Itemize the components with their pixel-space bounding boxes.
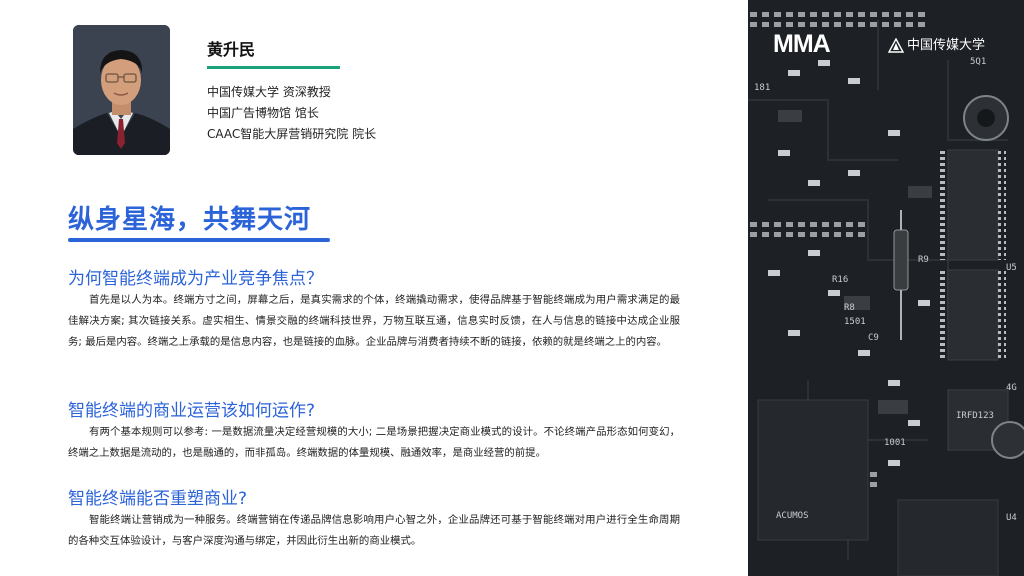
circuit-board-graphic: R8 R16 U5 R9 IRFD123 4G 1001 U4 ACUMOS 1… [748, 0, 1024, 576]
speaker-portrait [73, 25, 170, 155]
speaker-name: 黄升民 [207, 40, 256, 59]
cuc-logo-text: 中国传媒大学 [907, 38, 986, 53]
slide: 黄升民 中国传媒大学 资深教授 中国广告博物馆 馆长 CAAC智能大屏营销研究院… [0, 0, 1024, 576]
section-title: 智能终端的商业运营该如何运作? [68, 401, 316, 421]
board-label: R9 [918, 255, 929, 265]
board-label: C9 [868, 333, 879, 343]
mma-logo: MMA [773, 30, 831, 58]
section-body: 智能终端让营销成为一种服务。终端营销在传递品牌信息影响用户心智之外，企业品牌还可… [68, 514, 680, 547]
heading-underline [68, 238, 330, 242]
board-label: 1501 [844, 317, 866, 327]
speaker-title: 中国传媒大学 资深教授 [207, 85, 331, 99]
section-body: 首先是以人为本。终端方寸之间，屏幕之后，是真实需求的个体，终端撬动需求，使得品牌… [68, 294, 680, 348]
section-body: 有两个基本规则可以参考: 一是数据流量决定经营规模的大小; 二是场景把握决定商业… [68, 426, 680, 459]
cuc-logo: 中国传媒大学 [888, 34, 985, 54]
board-label: ACUMOS [776, 511, 809, 521]
main-heading: 纵身星海，共舞天河 [68, 205, 312, 235]
board-label: R8 [844, 303, 855, 313]
board-label: 181 [754, 83, 770, 93]
section-title: 为何智能终端成为产业竞争焦点？ [68, 269, 323, 289]
board-label: U4 [1006, 513, 1017, 523]
name-underline [207, 66, 340, 69]
speaker-titles: 中国传媒大学 资深教授 中国广告博物馆 馆长 CAAC智能大屏营销研究院 院长 [207, 82, 376, 145]
circuit-board-image: R8 R16 U5 R9 IRFD123 4G 1001 U4 ACUMOS 1… [748, 0, 1024, 576]
board-label: U5 [1006, 263, 1017, 273]
board-label: R16 [832, 275, 848, 285]
section-title: 智能终端能否重塑商业? [68, 489, 248, 509]
board-label: IRFD123 [956, 411, 994, 421]
board-label: 1001 [884, 438, 906, 448]
cuc-emblem-icon [888, 37, 904, 53]
board-label: 5Q1 [970, 57, 986, 67]
speaker-title: 中国广告博物馆 馆长 [207, 106, 319, 120]
board-label: 4G [1006, 383, 1017, 393]
speaker-title: CAAC智能大屏营销研究院 院长 [207, 127, 377, 141]
